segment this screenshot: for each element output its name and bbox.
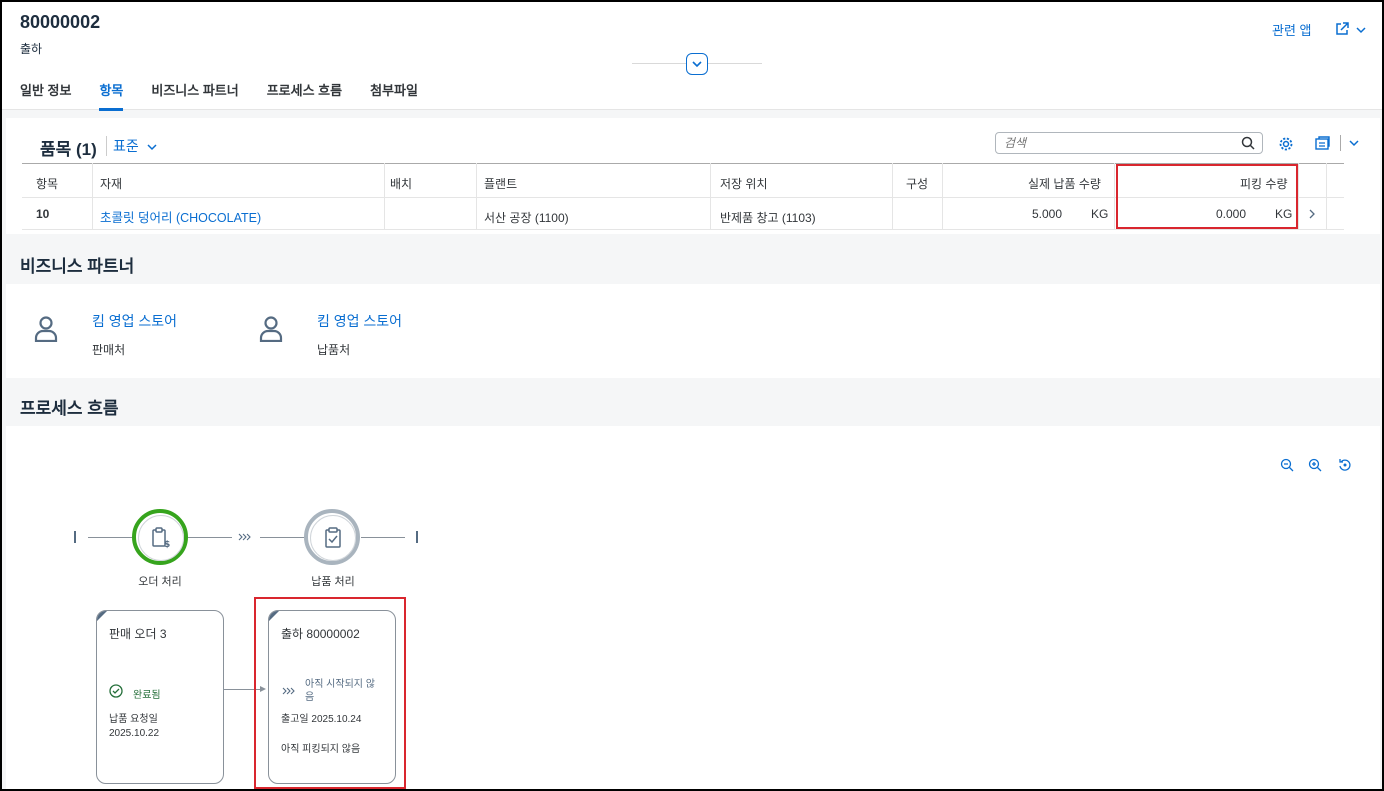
search-input[interactable]: [996, 133, 1226, 153]
cell-plant: 서산 공장 (1100): [484, 211, 569, 225]
col-batch: 배치: [390, 177, 413, 191]
partner-role: 납품처: [317, 343, 351, 357]
tab-attachments[interactable]: 첨부파일: [370, 80, 418, 111]
lane-node-order[interactable]: $: [132, 509, 188, 565]
tab-bar: 일반 정보 항목 비즈니스 파트너 프로세스 흐름 첨부파일: [20, 80, 446, 111]
check-circle-icon: [109, 684, 123, 698]
variant-selector[interactable]: 표준: [106, 136, 157, 156]
chevron-down-icon: [1356, 27, 1366, 34]
col-divider: [942, 163, 943, 230]
chevron-down-icon[interactable]: [1348, 138, 1360, 148]
zoom-reset-icon[interactable]: [1338, 458, 1352, 472]
partner-role: 판매처: [92, 343, 126, 357]
export-icon[interactable]: [1314, 135, 1332, 151]
col-material: 자재: [100, 177, 123, 191]
partner-name-link[interactable]: 킴 영업 스토어: [92, 311, 177, 331]
picked-qty-highlight: [1116, 164, 1298, 229]
related-apps-link[interactable]: 관련 앱: [1272, 20, 1312, 39]
tab-items[interactable]: 항목: [99, 80, 124, 111]
card-meta-value: 2025.10.22: [109, 728, 160, 739]
card-status: 완료됨: [133, 690, 161, 701]
lane-connector: [88, 537, 132, 538]
cell-delivered-unit: KG: [1091, 207, 1109, 221]
col-divider: [476, 163, 477, 230]
person-icon: [259, 316, 283, 342]
tab-business-partner[interactable]: 비즈니스 파트너: [151, 80, 238, 111]
flow-card-sales-order[interactable]: 판매 오더 3 완료됨 납품 요청일 2025.10.22: [96, 610, 224, 784]
share-icon: [1336, 22, 1349, 35]
process-flow-header: 프로세스 흐름: [6, 380, 1380, 426]
search-icon[interactable]: [1241, 136, 1255, 150]
cell-material-link[interactable]: 초콜릿 덩어리 (CHOCOLATE): [100, 207, 261, 226]
svg-text:$: $: [164, 540, 170, 549]
page-title: 80000002: [20, 12, 101, 32]
col-divider: [892, 163, 893, 230]
search-field[interactable]: [995, 132, 1263, 154]
zoom-out-icon[interactable]: [1280, 458, 1294, 472]
app-frame: 80000002 출하 관련 앱 일반 정보 항목 비즈니스 파트너 프로세스 …: [0, 0, 1384, 791]
zoom-in-icon[interactable]: [1308, 458, 1322, 472]
person-icon: [34, 316, 58, 342]
business-partner-header: 비즈니스 파트너: [6, 238, 1380, 284]
lane-start-cap: [74, 531, 76, 543]
col-delivered-qty: 실제 납품 수량: [1028, 177, 1101, 191]
chevron-right-icon[interactable]: [1308, 209, 1316, 219]
gear-icon[interactable]: [1278, 136, 1294, 152]
business-partner-section: 킴 영업 스토어 판매처 킴 영업 스토어 납품처: [6, 284, 1380, 378]
card-meta-label: 납품 요청일: [109, 714, 158, 725]
lane-label-delivery: 납품 처리: [311, 576, 355, 588]
lane-end-cap: [416, 531, 418, 543]
col-divider: [1326, 163, 1327, 230]
section-title: 프로세스 흐름: [20, 399, 119, 418]
lane-node-inner: [310, 515, 356, 561]
chevron-down-icon: [692, 61, 702, 68]
clipboard-check-icon: [325, 527, 341, 548]
lane-label-order: 오더 처리: [138, 576, 182, 588]
variant-label: 표준: [113, 138, 139, 154]
cell-storage: 반제품 창고 (1103): [720, 211, 816, 225]
lane-connector: [188, 537, 232, 538]
card-corner: [97, 611, 107, 621]
partner-name-link[interactable]: 킴 영업 스토어: [317, 311, 402, 331]
delivery-card-highlight: [254, 597, 406, 789]
col-divider: [1114, 163, 1115, 230]
lane-node-inner: $: [138, 515, 184, 561]
card-title: 판매 오더 3: [109, 627, 167, 641]
share-button[interactable]: [1330, 18, 1370, 40]
col-divider: [710, 163, 711, 230]
col-plant: 플랜트: [484, 177, 518, 191]
object-header: 80000002 출하 관련 앱 일반 정보 항목 비즈니스 파트너 프로세스 …: [2, 2, 1382, 111]
lane-connector: [361, 537, 405, 538]
cell-item: 10: [36, 207, 50, 221]
clipboard-money-icon: $: [152, 527, 170, 549]
page-subtitle: 출하: [20, 42, 43, 56]
items-title: 품목 (1): [40, 140, 97, 159]
col-item: 항목: [36, 177, 59, 191]
toolbar-separator: [1340, 135, 1341, 151]
tab-process-flow[interactable]: 프로세스 흐름: [267, 80, 342, 111]
cell-delivered-qty: 5.000: [1032, 207, 1063, 221]
header-collapse-button[interactable]: [686, 53, 708, 75]
items-section: 품목 (1) 표준 항목 자재 배치 플랜트: [6, 118, 1380, 234]
col-storage: 저장 위치: [720, 177, 768, 191]
flow-arrows-icon: [238, 533, 251, 541]
tab-general[interactable]: 일반 정보: [20, 80, 71, 111]
chevron-down-icon: [147, 138, 157, 154]
col-divider: [384, 163, 385, 230]
section-title: 비즈니스 파트너: [20, 257, 135, 276]
col-divider: [92, 163, 93, 230]
col-divider: [1298, 163, 1299, 230]
col-structure: 구성: [906, 177, 929, 191]
process-flow-section: $ 오더 처리 납품 처리 판매 오더 3 완료됨 납품 요청일 2025.10…: [6, 426, 1380, 789]
lane-node-delivery[interactable]: [304, 509, 360, 565]
lane-connector: [260, 537, 304, 538]
